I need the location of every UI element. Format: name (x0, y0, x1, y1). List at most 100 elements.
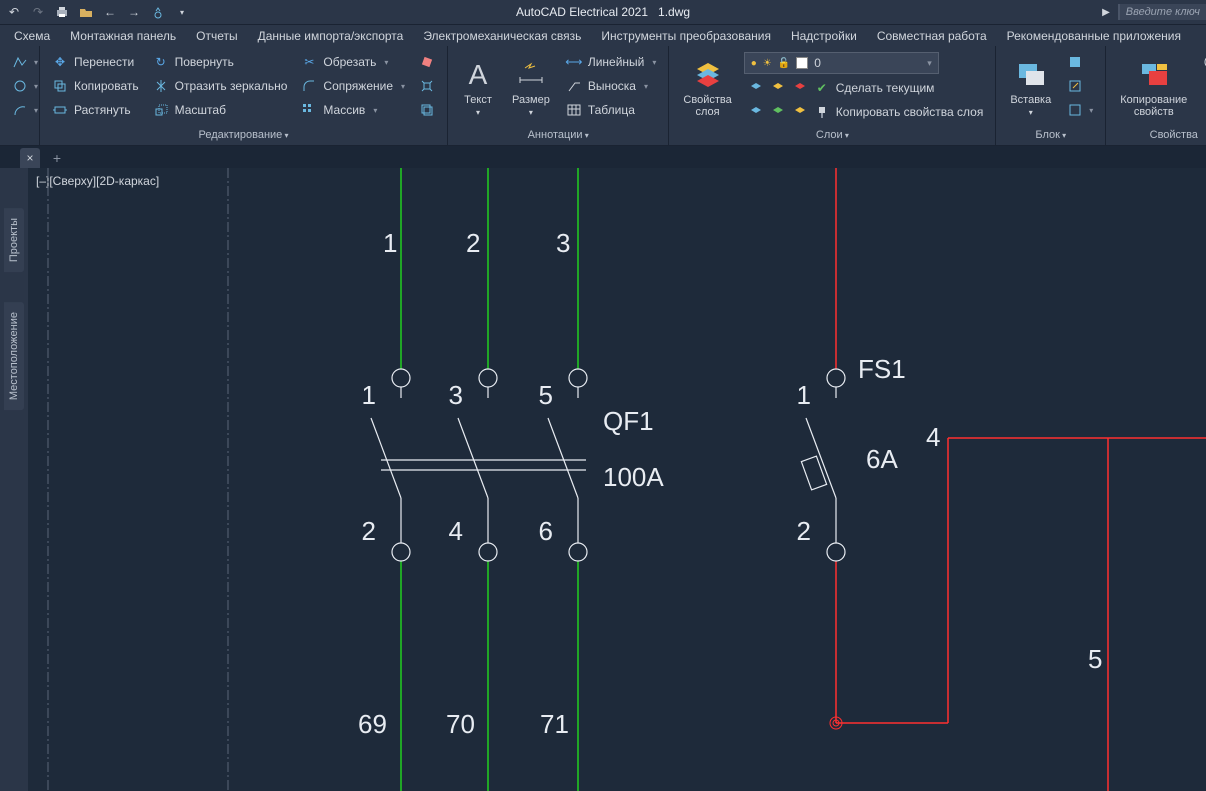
linetype-button[interactable]: ▾ (1199, 100, 1206, 120)
dimension-button[interactable]: Размер (506, 50, 556, 126)
menu-schema[interactable]: Схема (14, 29, 50, 43)
layers5-icon (770, 104, 786, 120)
svg-text:A: A (469, 59, 488, 90)
linear-button[interactable]: ⟷ Линейный (562, 52, 661, 72)
text-icon: A (462, 58, 494, 90)
scale-label: Масштаб (175, 103, 226, 117)
app-title: AutoCAD Electrical 2021 (516, 5, 648, 19)
color-button[interactable]: ▾ (1199, 52, 1206, 72)
panel-block-title[interactable]: Блок (1004, 126, 1097, 145)
block-attr-button[interactable]: ▾ (1063, 100, 1097, 120)
open-icon[interactable] (78, 4, 94, 20)
erase-button[interactable] (415, 52, 439, 72)
move-button[interactable]: ✥Перенести (48, 52, 143, 72)
fs-label: FS1 (858, 354, 906, 384)
layers4-icon (748, 104, 764, 120)
array-button[interactable]: Массив (297, 100, 409, 120)
menubar: Схема Монтажная панель Отчеты Данные имп… (0, 24, 1206, 46)
qf-b2: 2 (362, 516, 376, 546)
share-icon[interactable] (150, 4, 166, 20)
menu-collab[interactable]: Совместная работа (877, 29, 987, 43)
menu-panel[interactable]: Монтажная панель (70, 29, 176, 43)
nav-fwd-icon[interactable]: → (126, 4, 142, 20)
lineweight-button[interactable]: ▾ (1199, 76, 1206, 96)
title-center: AutoCAD Electrical 2021 1.dwg (516, 5, 690, 19)
panel-edit: ✥Перенести Копировать Растянуть ↻Поверну… (40, 46, 448, 145)
explode-icon (419, 78, 435, 94)
insert-button[interactable]: Вставка (1004, 50, 1057, 126)
layers6-icon (792, 104, 808, 120)
copy-button[interactable]: Копировать (48, 76, 143, 96)
titlebar: ↶ ↷ ← → ▾ AutoCAD Electrical 2021 1.dwg … (0, 0, 1206, 24)
qat-dropdown-icon[interactable]: ▾ (174, 4, 190, 20)
match-props-button[interactable]: Копирование свойств (1114, 50, 1193, 126)
linear-label: Линейный (588, 55, 645, 69)
trim-button[interactable]: ✂ Обрезать (297, 52, 409, 72)
qf-label: QF1 (603, 406, 654, 436)
panel-edit-title[interactable]: Редактирование (48, 126, 439, 145)
qf-t3: 3 (449, 380, 463, 410)
ribbon: ▾ ▾ ▾ ✥Перенести Копировать Растянуть ↻П… (0, 46, 1206, 146)
trim-icon: ✂ (301, 54, 317, 70)
block-edit-button[interactable] (1063, 76, 1097, 96)
fillet-icon (301, 78, 317, 94)
table-button[interactable]: Таблица (562, 100, 661, 120)
block-create-button[interactable] (1063, 52, 1097, 72)
circle-button[interactable]: ▾ (8, 76, 42, 96)
polyline-button[interactable]: ▾ (8, 52, 42, 72)
nav-back-icon[interactable]: ← (102, 4, 118, 20)
print-icon[interactable] (54, 4, 70, 20)
check-icon: ✔ (814, 80, 830, 96)
sun-icon: ☀ (763, 58, 772, 69)
offset-button[interactable] (415, 100, 439, 120)
stretch-button[interactable]: Растянуть (48, 100, 143, 120)
qf-t1: 1 (362, 380, 376, 410)
search-input[interactable]: Введите ключ (1118, 4, 1206, 20)
menu-reports[interactable]: Отчеты (196, 29, 237, 43)
right-5: 5 (1088, 644, 1102, 674)
panel-layers-title[interactable]: Слои (677, 126, 987, 145)
qf-rating: 100A (603, 462, 664, 492)
mirror-button[interactable]: Отразить зеркально (149, 76, 292, 96)
fillet-label: Сопряжение (323, 79, 393, 93)
block-edit-icon (1067, 78, 1083, 94)
undo-arrow-icon[interactable]: ↶ (6, 4, 22, 20)
menu-import[interactable]: Данные импорта/экспорта (258, 29, 404, 43)
wire-70: 70 (446, 709, 475, 739)
layer-props-button[interactable]: Свойства слоя (677, 50, 737, 126)
doc-tab-close[interactable]: × (20, 148, 40, 168)
schematic-canvas[interactable]: 1 2 3 1 3 5 2 4 6 QF1 100A 1 2 FS1 6A 4 … (28, 168, 1206, 791)
stretch-label: Растянуть (74, 103, 131, 117)
side-tab-location[interactable]: Местоположение (4, 302, 24, 410)
layer-combo[interactable]: ● ☀ 🔓 0 ▾ (744, 52, 939, 74)
linear-icon: ⟷ (566, 54, 582, 70)
rotate-button[interactable]: ↻Повернуть (149, 52, 292, 72)
menu-convert[interactable]: Инструменты преобразования (601, 29, 771, 43)
fillet-button[interactable]: Сопряжение (297, 76, 409, 96)
file-name: 1.dwg (658, 5, 690, 19)
panel-draw-title[interactable] (8, 126, 31, 145)
panel-annot-title[interactable]: Аннотации (456, 126, 660, 145)
drawing-area[interactable]: Проекты Местоположение [–][Сверху][2D-ка… (0, 168, 1206, 791)
panel-props-title[interactable]: Свойства (1114, 126, 1206, 145)
doc-tab-new[interactable]: + (46, 148, 68, 168)
menu-addins[interactable]: Надстройки (791, 29, 857, 43)
leader-button[interactable]: Выноска (562, 76, 661, 96)
menu-recommended[interactable]: Рекомендованные приложения (1007, 29, 1181, 43)
layer-props-label: Свойства слоя (683, 94, 731, 118)
redo-arrow-icon[interactable]: ↷ (30, 4, 46, 20)
panel-draw: ▾ ▾ ▾ (0, 46, 40, 145)
menu-emech[interactable]: Электромеханическая связь (423, 29, 581, 43)
copy-layer-props-button[interactable]: Копировать свойства слоя (744, 102, 988, 122)
side-tab-projects[interactable]: Проекты (4, 208, 24, 272)
arc-button[interactable]: ▾ (8, 100, 42, 120)
trim-label: Обрезать (323, 55, 376, 69)
layers2-icon (770, 80, 786, 96)
play-icon[interactable]: ▶ (1102, 7, 1110, 18)
make-current-button[interactable]: ✔ Сделать текущим (744, 78, 988, 98)
copy-label: Копировать (74, 79, 139, 93)
scale-button[interactable]: Масштаб (149, 100, 292, 120)
text-button[interactable]: A Текст (456, 50, 500, 126)
leader-icon (566, 78, 582, 94)
explode-button[interactable] (415, 76, 439, 96)
